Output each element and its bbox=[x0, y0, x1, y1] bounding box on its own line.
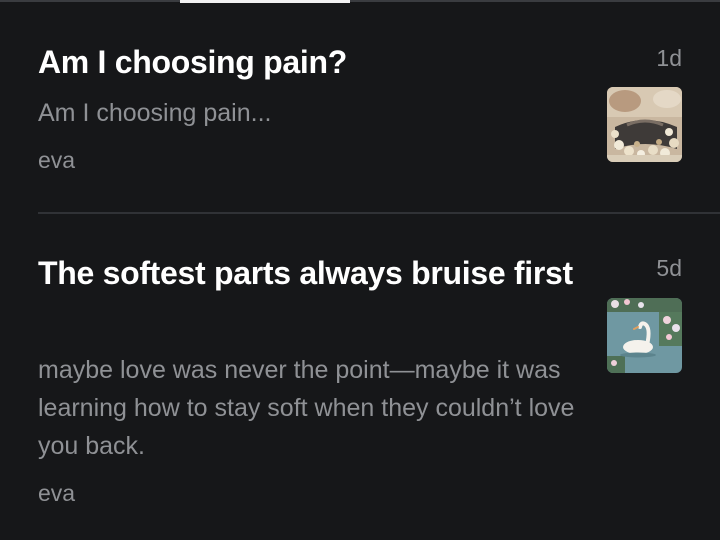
post-title[interactable]: The softest parts always bruise first bbox=[38, 250, 578, 296]
post-feed: Am I choosing pain? Am I choosing pain..… bbox=[0, 0, 720, 540]
post-excerpt: Am I choosing pain... bbox=[38, 99, 272, 127]
post-item[interactable]: The softest parts always bruise first ma… bbox=[0, 214, 720, 540]
floral-lace-image-icon bbox=[607, 87, 682, 162]
swan-pond-image-icon bbox=[607, 298, 682, 373]
post-thumbnail[interactable] bbox=[607, 87, 682, 162]
post-age: 1d bbox=[656, 45, 682, 71]
post-author[interactable]: eva bbox=[38, 478, 75, 508]
post-excerpt: maybe love was never the point—maybe it … bbox=[38, 356, 575, 460]
post-thumbnail[interactable] bbox=[607, 298, 682, 373]
post-title[interactable]: Am I choosing pain? bbox=[38, 39, 578, 85]
post-author[interactable]: eva bbox=[38, 145, 75, 175]
post-age: 5d bbox=[656, 255, 682, 281]
post-item[interactable]: Am I choosing pain? Am I choosing pain..… bbox=[0, 0, 720, 212]
